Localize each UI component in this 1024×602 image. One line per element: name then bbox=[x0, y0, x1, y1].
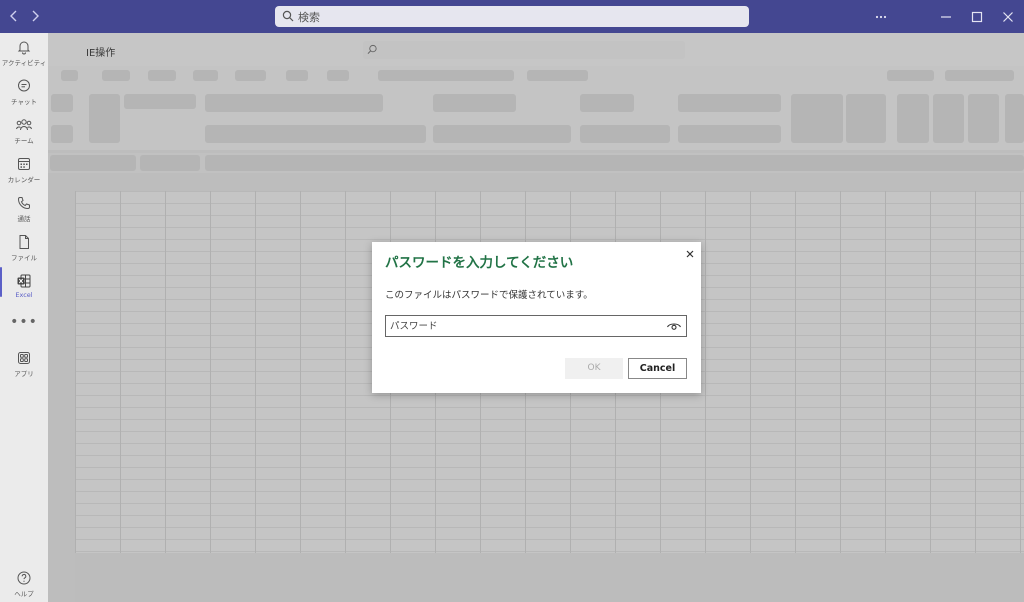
rail-item-apps[interactable]: アプリ bbox=[0, 350, 48, 386]
rail-item-teams[interactable]: チーム bbox=[0, 117, 48, 153]
rail-label: アプリ bbox=[14, 370, 34, 378]
document-search bbox=[363, 41, 685, 59]
chevron-right-icon bbox=[32, 10, 39, 22]
rail-label: 通話 bbox=[17, 215, 31, 223]
search-icon bbox=[367, 44, 377, 54]
apps-icon bbox=[18, 352, 30, 364]
close-icon bbox=[686, 250, 694, 258]
rail-item-help[interactable]: ヘルプ bbox=[0, 570, 48, 602]
rail-item-chat[interactable]: チャット bbox=[0, 78, 48, 114]
rail-label: ヘルプ bbox=[14, 590, 34, 598]
search-placeholder: 検索 bbox=[298, 11, 320, 24]
document-header: IE操作 bbox=[48, 33, 1024, 66]
sheet-footer bbox=[75, 553, 1024, 602]
cancel-button[interactable]: Cancel bbox=[628, 358, 687, 379]
rail-item-excel[interactable]: Excel bbox=[0, 273, 48, 309]
maximize-icon bbox=[971, 11, 983, 23]
rail-label: アクティビティ bbox=[1, 59, 47, 67]
minimize-button[interactable] bbox=[938, 9, 954, 25]
bell-icon bbox=[17, 41, 31, 55]
maximize-button[interactable] bbox=[969, 9, 985, 25]
title-bar: 検索 bbox=[0, 0, 1024, 33]
formula-bar-placeholder bbox=[48, 153, 1024, 173]
rail-label: チャット bbox=[11, 98, 37, 106]
phone-icon bbox=[17, 197, 30, 210]
rail-label: チーム bbox=[14, 137, 34, 145]
dialog-close-button[interactable] bbox=[682, 246, 698, 262]
chevron-left-icon bbox=[10, 10, 17, 22]
close-icon bbox=[1003, 12, 1013, 22]
rail-label: Excel bbox=[15, 291, 33, 299]
rail-item-calls[interactable]: 通話 bbox=[0, 195, 48, 231]
password-input[interactable] bbox=[390, 318, 660, 334]
rail-label: ファイル bbox=[11, 254, 37, 262]
ribbon-placeholder bbox=[48, 66, 1024, 150]
password-field[interactable] bbox=[385, 315, 687, 337]
more-apps-button[interactable]: ••• bbox=[0, 314, 48, 330]
close-window-button[interactable] bbox=[1000, 9, 1016, 25]
rail-item-files[interactable]: ファイル bbox=[0, 234, 48, 270]
global-search-input[interactable]: 検索 bbox=[275, 6, 749, 27]
document-title: IE操作 bbox=[86, 48, 116, 59]
more-horizontal-icon bbox=[875, 15, 887, 19]
minimize-icon bbox=[941, 16, 951, 18]
chat-icon bbox=[18, 79, 30, 92]
file-icon bbox=[19, 235, 29, 249]
password-dialog: パスワードを入力してください このファイルはパスワードで保護されています。 OK… bbox=[372, 242, 701, 393]
rail-label: カレンダー bbox=[7, 176, 41, 184]
app-rail: アクティビティ チャット チーム カレンダー 通話 ファイル Excel •••… bbox=[0, 33, 48, 602]
help-icon bbox=[17, 571, 31, 585]
rail-item-activity[interactable]: アクティビティ bbox=[0, 39, 48, 75]
search-icon bbox=[282, 10, 294, 22]
rail-item-calendar[interactable]: カレンダー bbox=[0, 156, 48, 192]
ok-button[interactable]: OK bbox=[565, 358, 623, 379]
eye-icon[interactable] bbox=[666, 320, 682, 332]
calendar-icon bbox=[18, 158, 30, 170]
teams-icon bbox=[16, 119, 32, 131]
dialog-title: パスワードを入力してください bbox=[385, 255, 574, 271]
dialog-message: このファイルはパスワードで保護されています。 bbox=[385, 290, 593, 301]
excel-icon bbox=[17, 274, 31, 288]
forward-button[interactable] bbox=[28, 9, 42, 23]
back-button[interactable] bbox=[7, 9, 21, 23]
more-options-button[interactable] bbox=[873, 9, 889, 25]
